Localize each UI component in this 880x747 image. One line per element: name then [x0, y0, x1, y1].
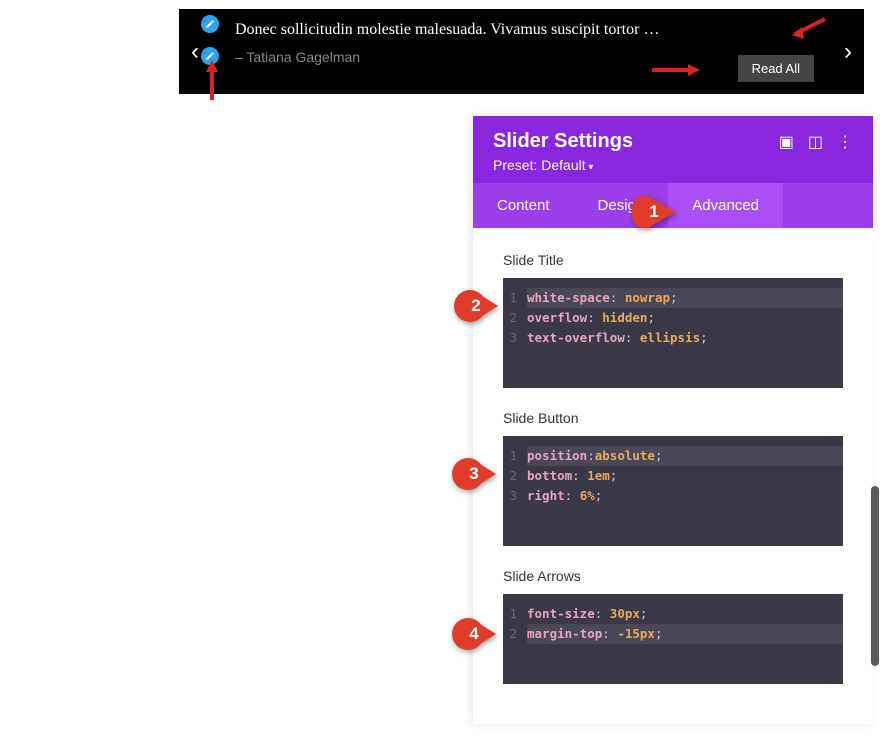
step-badge-1: 1 — [632, 196, 676, 228]
panel-body: Slide Title 1white-space: nowrap;2overfl… — [473, 228, 873, 724]
step-number: 4 — [469, 624, 478, 644]
scrollbar[interactable] — [870, 116, 880, 741]
slide-arrows-css[interactable]: 1font-size: 30px;2margin-top: -15px; — [503, 594, 843, 684]
slide-arrows-label: Slide Arrows — [503, 568, 843, 584]
step-badge-2: 2 — [454, 290, 498, 322]
step-number: 3 — [469, 464, 478, 484]
kebab-menu-icon[interactable]: ⋮ — [837, 132, 853, 152]
code-line[interactable]: 1position:absolute; — [503, 446, 843, 466]
annotation-arrow — [790, 14, 830, 44]
step-badge-3: 3 — [452, 458, 496, 490]
step-number: 2 — [471, 296, 480, 316]
slider-preview: Donec sollicitudin molestie malesuada. V… — [179, 9, 864, 94]
step-badge-4: 4 — [452, 618, 496, 650]
read-all-button[interactable]: Read All — [738, 55, 814, 82]
slide-quote: Donec sollicitudin molestie malesuada. V… — [219, 21, 824, 39]
scrollbar-thumb[interactable] — [871, 486, 879, 666]
slider-next-arrow[interactable]: › — [844, 38, 852, 66]
slide-button-css[interactable]: 1position:absolute;2bottom: 1em;3right: … — [503, 436, 843, 546]
slide-author: – Tatiana Gagelman — [219, 49, 824, 65]
annotation-arrow — [202, 60, 222, 102]
code-line[interactable]: 1white-space: nowrap; — [503, 288, 843, 308]
code-line[interactable]: 3right: 6%; — [503, 486, 843, 506]
panel-title: Slider Settings — [493, 130, 633, 153]
tab-advanced[interactable]: Advanced — [668, 183, 783, 228]
code-line[interactable]: 2margin-top: -15px; — [503, 624, 843, 644]
annotation-arrow — [650, 62, 700, 78]
code-line[interactable]: 2overflow: hidden; — [503, 308, 843, 328]
code-line[interactable]: 1font-size: 30px; — [503, 604, 843, 624]
slide-title-css[interactable]: 1white-space: nowrap;2overflow: hidden;3… — [503, 278, 843, 388]
columns-icon[interactable]: ◫ — [808, 132, 823, 152]
slider-prev-arrow[interactable]: ‹ — [191, 38, 199, 66]
code-line[interactable]: 3text-overflow: ellipsis; — [503, 328, 843, 348]
focus-icon[interactable]: ▣ — [779, 132, 794, 152]
slide-button-label: Slide Button — [503, 410, 843, 426]
step-number: 1 — [649, 202, 658, 222]
code-line[interactable]: 2bottom: 1em; — [503, 466, 843, 486]
panel-header: Slider Settings ▣ ◫ ⋮ Preset: Default — [473, 116, 873, 183]
slide-title-label: Slide Title — [503, 252, 843, 268]
edit-handle[interactable] — [201, 15, 219, 33]
tab-content[interactable]: Content — [473, 183, 574, 228]
preset-dropdown[interactable]: Preset: Default — [493, 157, 853, 173]
